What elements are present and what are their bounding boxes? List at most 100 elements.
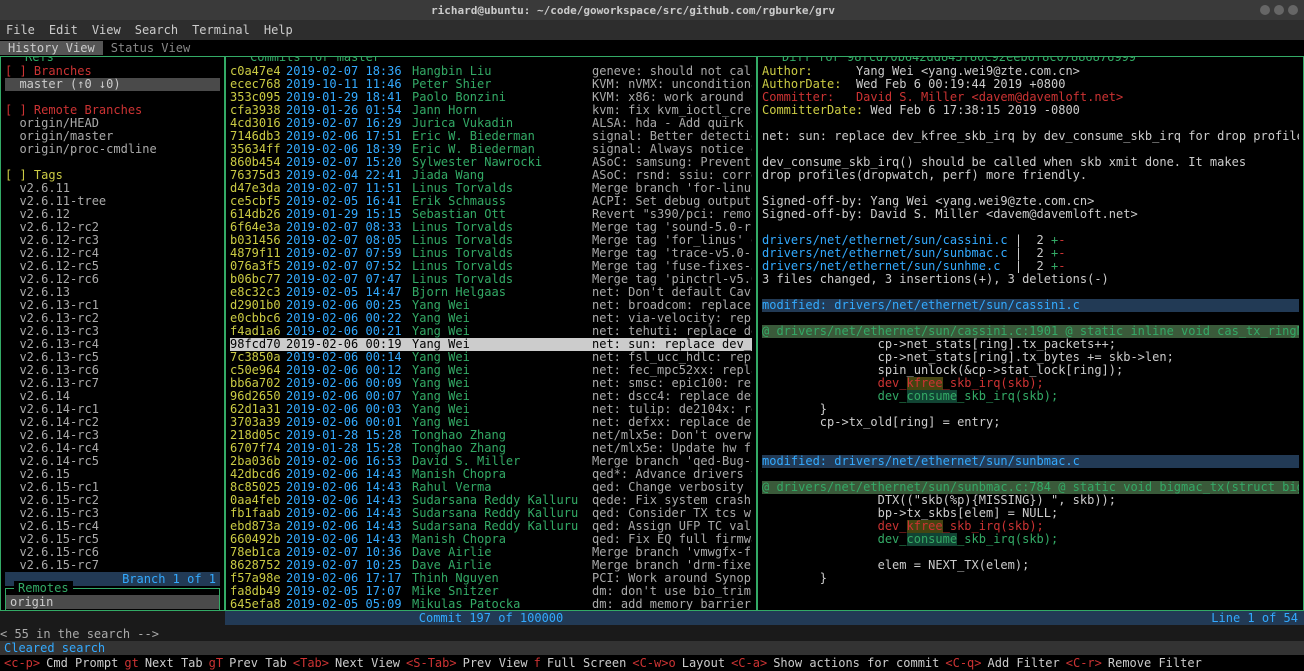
commit-subject: Revert "s390/pci: remove bit_lock bbox=[592, 208, 752, 221]
menu-search[interactable]: Search bbox=[135, 23, 178, 37]
remote-branch[interactable]: origin/proc-cmdline bbox=[5, 143, 220, 156]
modified-file: modified: drivers/net/ethernet/sun/sunbm… bbox=[762, 455, 1299, 468]
commit-author: Sebastian Ott bbox=[412, 208, 592, 221]
keybind-key: <c-p> bbox=[4, 656, 40, 670]
diff-title: Diff for 98fcd70b642dd843f80c92eeb6f8c07… bbox=[778, 56, 1140, 64]
window-title: richard@ubuntu: ~/code/goworkspace/src/g… bbox=[6, 4, 1260, 17]
commits-title: Commits for master bbox=[246, 56, 384, 64]
commit-author: Tonghao Zhang bbox=[412, 442, 592, 455]
commit-author: Yang Wei bbox=[412, 325, 592, 338]
hunk-header: @ drivers/net/ethernet/sun/sunbmac.c:784… bbox=[762, 481, 1299, 494]
commit-author: Jurica Vukadin bbox=[412, 117, 592, 130]
keybind-label: Full Screen bbox=[547, 656, 626, 670]
commit-subject: signal: Always notice exiting tas bbox=[592, 143, 752, 156]
keybind-key: <C-w>o bbox=[632, 656, 675, 670]
minimize-icon[interactable] bbox=[1260, 5, 1270, 15]
commits-pane[interactable]: Commits for master c0a47e4 2019-02-07 18… bbox=[225, 56, 757, 611]
close-icon[interactable] bbox=[1288, 5, 1298, 15]
commit-author: Yang Wei bbox=[412, 338, 592, 351]
commit-subject: net: fec_mpc52xx: replace dev_kfr bbox=[592, 364, 752, 377]
menu-help[interactable]: Help bbox=[264, 23, 293, 37]
keybind-label: Prev View bbox=[463, 656, 528, 670]
keybind-label: Add Filter bbox=[988, 656, 1060, 670]
commit-author: Linus Torvalds bbox=[412, 247, 592, 260]
commit-author: Yang Wei bbox=[412, 299, 592, 312]
refs-title: Refs bbox=[21, 56, 58, 64]
diffstat-summary: 3 files changed, 3 insertions(+), 3 dele… bbox=[762, 273, 1299, 286]
commit-author: Eric W. Biederman bbox=[412, 143, 592, 156]
diff-context: spin_unlock(&cp->stat_lock[ring]); bbox=[762, 364, 1299, 377]
commit-author: Paolo Bonzini bbox=[412, 91, 592, 104]
commit-subject: qed: Assign UFP TC value to vlan bbox=[592, 520, 752, 533]
committer-label: Committer: bbox=[762, 91, 834, 104]
authordate-value: Wed Feb 6 00:19:44 2019 +0800 bbox=[856, 78, 1066, 91]
titlebar: richard@ubuntu: ~/code/goworkspace/src/g… bbox=[0, 0, 1304, 20]
branch-master[interactable]: master (↑0 ↓0) bbox=[5, 78, 220, 91]
diff-removed: dev_kfree_skb_irq(skb); bbox=[762, 377, 1299, 390]
commit-subject: net: dscc4: replace dev_kfree_skb bbox=[592, 390, 752, 403]
footer-keymap: <c-p>Cmd PromptgtNext TabgTPrev Tab<Tab>… bbox=[0, 655, 1304, 671]
diff-removed: dev_kfree_skb_irq(skb); bbox=[762, 520, 1299, 533]
diff-context: bp->tx_skbs[elem] = NULL; bbox=[762, 507, 1299, 520]
diff-context: elem = NEXT_TX(elem); bbox=[762, 559, 1299, 572]
commit-subject: qed: Change verbosity for coalesc bbox=[592, 481, 752, 494]
commit-subject: net: tulip: de2104x: replace dev_ bbox=[592, 403, 752, 416]
refs-pane[interactable]: Refs [ ] Branches master (↑0 ↓0) [ ] Rem… bbox=[0, 56, 225, 611]
tag-item[interactable]: v2.6.15-rc7 bbox=[5, 559, 220, 572]
menu-view[interactable]: View bbox=[92, 23, 121, 37]
commit-author: Linus Torvalds bbox=[412, 260, 592, 273]
diffstat-file: drivers/net/ethernet/sun/cassini.c bbox=[762, 234, 1008, 247]
commit-author: Linus Torvalds bbox=[412, 182, 592, 195]
keybind-label: Next Tab bbox=[145, 656, 203, 670]
commit-author: Yang Wei bbox=[412, 390, 592, 403]
commit-msg-body: dev_consume_skb_irq() should be called w… bbox=[762, 156, 1299, 169]
hunk-header: @ drivers/net/ethernet/sun/cassini.c:190… bbox=[762, 325, 1299, 338]
commit-author: Manish Chopra bbox=[412, 533, 592, 546]
keybind-key: gT bbox=[209, 656, 223, 670]
authordate-label: AuthorDate: bbox=[762, 78, 841, 91]
remote-origin[interactable]: origin bbox=[6, 595, 219, 609]
commit-subject: kvm: fix kvm_ioctl_create_device( bbox=[592, 104, 752, 117]
tab-history[interactable]: History View bbox=[0, 41, 103, 55]
menu-edit[interactable]: Edit bbox=[49, 23, 78, 37]
menu-terminal[interactable]: Terminal bbox=[192, 23, 250, 37]
menu-file[interactable]: File bbox=[6, 23, 35, 37]
commit-subject: dm: don't use bio_trim() afterall bbox=[592, 585, 752, 598]
keybind-key: <C-q> bbox=[945, 656, 981, 670]
commit-subject: net: tehuti: replace dev_kfree_sk bbox=[592, 325, 752, 338]
author-value: Yang Wei <yang.wei9@zte.com.cn> bbox=[856, 65, 1080, 78]
commit-subject: Merge tag 'fuse-fixes-5.0-rc6' of bbox=[592, 260, 752, 273]
commit-subject: KVM: x86: work around leak of uni bbox=[592, 91, 752, 104]
commit-author: Sudarsana Reddy Kalluru bbox=[412, 520, 592, 533]
commit-sha: 645efa8 bbox=[230, 598, 286, 610]
remotes-box-title: Remotes bbox=[14, 581, 73, 595]
commit-subject: qed: Fix EQ full firmware assert. bbox=[592, 533, 752, 546]
commit-author: Bjorn Helgaas bbox=[412, 286, 592, 299]
signed-off-by: Signed-off-by: David S. Miller <davem@da… bbox=[762, 208, 1299, 221]
committerdate-value: Wed Feb 6 17:38:15 2019 -0800 bbox=[870, 104, 1080, 117]
commit-subject: Merge tag 'sound-5.0-rc6' of git: bbox=[592, 221, 752, 234]
commit-subject: Merge tag 'trace-v5.0-rc3' of git bbox=[592, 247, 752, 260]
commit-subject: Merge tag 'pinctrl-v5.0-2' of git bbox=[592, 273, 752, 286]
commit-row[interactable]: 645efa8 2019-02-05 05:09 Mikulas Patocka… bbox=[230, 598, 752, 610]
diff-status: Line 1 of 54 bbox=[757, 611, 1304, 625]
commit-subject: signal: Better detection of synch bbox=[592, 130, 752, 143]
commit-subject: Merge branch 'drm-fixes-5.0' of g bbox=[592, 559, 752, 572]
commit-subject: ACPI: Set debug output flags inde bbox=[592, 195, 752, 208]
tab-status[interactable]: Status View bbox=[103, 41, 198, 55]
commit-subject: net: via-velocity: replace dev_kf bbox=[592, 312, 752, 325]
diff-pane[interactable]: Diff for 98fcd70b642dd843f80c92eeb6f8c07… bbox=[757, 56, 1304, 611]
commit-author: Yang Wei bbox=[412, 364, 592, 377]
commit-subject: KVM: nVMX: unconditionally cancel bbox=[592, 78, 752, 91]
keybind-key: <C-a> bbox=[731, 656, 767, 670]
commit-author: Mike Snitzer bbox=[412, 585, 592, 598]
commit-author: Sudarsana Reddy Kalluru bbox=[412, 494, 592, 507]
maximize-icon[interactable] bbox=[1274, 5, 1284, 15]
commit-author: Sylwester Nawrocki bbox=[412, 156, 592, 169]
commit-subject: Merge branch 'for-linus' of git:/ bbox=[592, 182, 752, 195]
commit-author: Rahul Verma bbox=[412, 481, 592, 494]
committerdate-label: CommitterDate: bbox=[762, 104, 863, 117]
commit-subject: ASoC: samsung: Prevent clk_get_ra bbox=[592, 156, 752, 169]
commit-author: Linus Torvalds bbox=[412, 234, 592, 247]
diff-context: cp->tx_old[ring] = entry; bbox=[762, 416, 1299, 429]
